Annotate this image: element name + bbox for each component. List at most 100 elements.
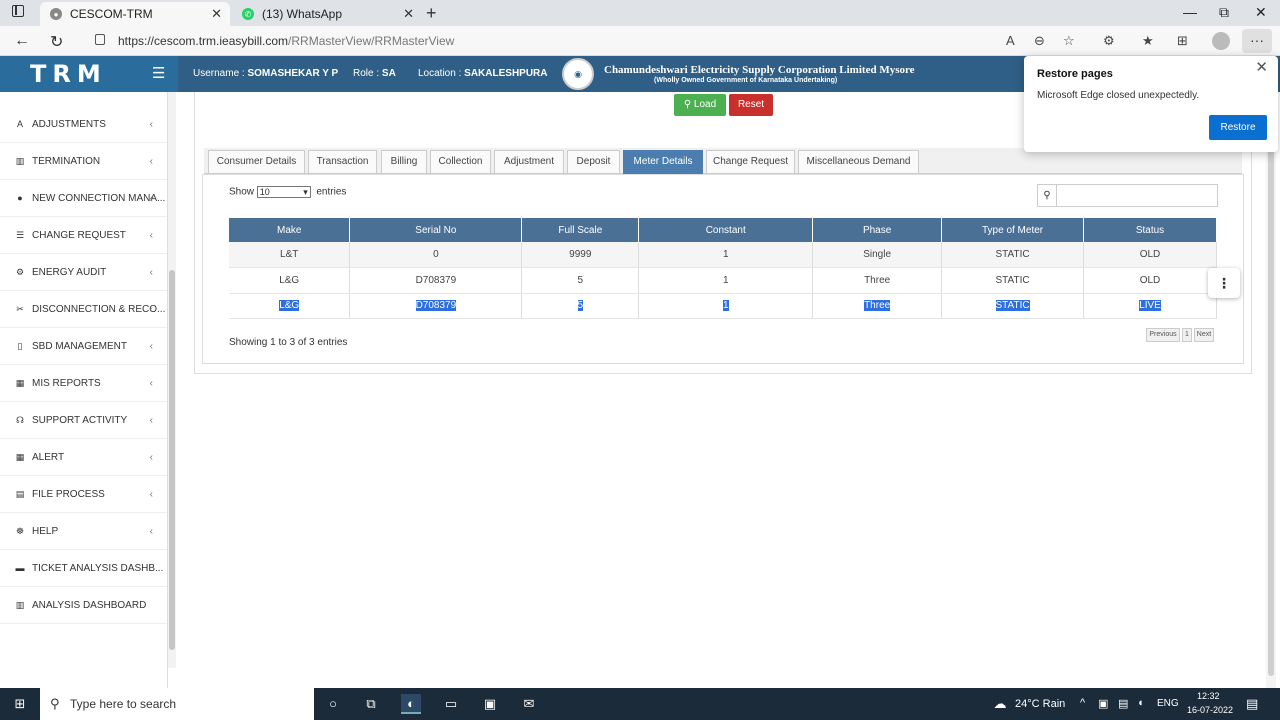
tab-collection[interactable]: Collection — [430, 150, 491, 174]
entries-select[interactable]: 10 — [256, 186, 311, 198]
pagination-page[interactable]: 1 — [1182, 328, 1192, 342]
chevron-left-icon: ‹ — [149, 488, 153, 500]
tab-adjustment[interactable]: Adjustment — [494, 150, 564, 174]
location-info: Location : SAKALESHPURA — [418, 68, 548, 79]
sidebar-item-support-activity[interactable]: ☊ SUPPORT ACTIVITY ‹ — [0, 402, 167, 439]
table-row[interactable]: L&T 0 9999 1 Single STATIC OLD — [229, 242, 1217, 268]
corporation-name: Chamundeshwari Electricity Supply Corpor… — [604, 64, 915, 76]
main-scrollbar[interactable] — [1266, 92, 1276, 688]
tab-miscellaneous-demand[interactable]: Miscellaneous Demand — [798, 150, 919, 174]
sidebar-item-adjustments[interactable]: A ADJUSTMENTS ‹ — [0, 106, 167, 143]
close-tab-icon[interactable]: ✕ — [211, 6, 222, 22]
load-button[interactable]: ⚲ Load — [674, 94, 726, 116]
sidebar-item-energy-audit[interactable]: ⚙ ENERGY AUDIT ‹ — [0, 254, 167, 291]
tab-deposit[interactable]: Deposit — [567, 150, 620, 174]
column-header[interactable]: Make — [229, 218, 351, 242]
back-icon[interactable]: ← — [14, 32, 30, 50]
close-icon[interactable]: ✕ — [1255, 58, 1268, 76]
minimize-icon[interactable]: — — [1183, 4, 1197, 20]
chevron-left-icon: ‹ — [149, 118, 153, 130]
task-view-icon[interactable]: ⧉ — [361, 694, 381, 714]
popup-message: Microsoft Edge closed unexpectedly. — [1037, 90, 1200, 101]
cortana-icon[interactable]: ○ — [323, 694, 343, 714]
reset-button[interactable]: Reset — [729, 94, 773, 116]
tab-whatsapp[interactable]: ✆ (13) WhatsApp ✕ — [232, 2, 422, 26]
sidebar-item-new-connection[interactable]: ● NEW CONNECTION MANA... ‹ — [0, 180, 167, 217]
sidebar-item-analysis-dashboard[interactable]: ▥ ANALYSIS DASHBOARD — [0, 587, 167, 624]
scrollbar-thumb[interactable] — [1268, 96, 1274, 676]
restore-pages-popup: Restore pages Microsoft Edge closed unex… — [1024, 56, 1278, 152]
entries-control: Show 10 entries — [229, 186, 346, 198]
sidebar-item-termination[interactable]: ▥ TERMINATION ‹ — [0, 143, 167, 180]
table-search-input[interactable]: ⚲ — [1037, 184, 1218, 207]
chevron-left-icon: ‹ — [149, 414, 153, 426]
hamburger-icon[interactable]: ☰ — [152, 64, 165, 82]
collections-icon[interactable]: ⊞ — [1177, 33, 1188, 49]
volume-icon[interactable]: ◖ — [1137, 697, 1144, 709]
tab-meter-details[interactable]: Meter Details — [623, 150, 703, 174]
weather-text[interactable]: 24°C Rain — [1015, 698, 1065, 710]
pagination-previous[interactable]: Previous — [1146, 328, 1180, 342]
store-icon[interactable]: ▣ — [480, 694, 500, 714]
window-menu-icon[interactable] — [12, 5, 24, 17]
table-row-selected[interactable]: L&G D708379 5 1 Three STATIC LIVE — [229, 293, 1217, 319]
tab-cescom[interactable]: ● CESCOM-TRM ✕ — [40, 2, 230, 26]
file-explorer-icon[interactable]: ▭ — [441, 694, 461, 714]
pagination-next[interactable]: Next — [1194, 328, 1214, 342]
extensions-icon[interactable]: ⚙ — [1103, 33, 1115, 49]
table-row[interactable]: L&G D708379 5 1 Three STATIC OLD — [229, 267, 1217, 294]
taskbar-search-input[interactable]: ⚲ Type here to search — [40, 688, 314, 720]
chevron-left-icon: ‹ — [149, 229, 153, 241]
lock-icon[interactable] — [95, 34, 105, 45]
tray-chevron-icon[interactable]: ^ — [1080, 697, 1085, 709]
notification-icon[interactable]: ▤ — [1246, 696, 1258, 712]
windows-start-icon[interactable]: ⊞ — [10, 694, 30, 714]
sidebar-item-file-process[interactable]: ▤ FILE PROCESS ‹ — [0, 476, 167, 513]
maximize-icon[interactable]: ⧉ — [1219, 4, 1229, 21]
tab-consumer-details[interactable]: Consumer Details — [208, 150, 305, 174]
sidebar-scrollbar[interactable] — [168, 92, 176, 668]
kebab-menu-icon[interactable]: ⋮ — [1208, 268, 1240, 298]
zoom-out-icon[interactable]: ⊖ — [1034, 33, 1045, 49]
sidebar-item-mis-reports[interactable]: ▦ MIS REPORTS ‹ — [0, 365, 167, 402]
mail-icon[interactable]: ✉ — [519, 694, 539, 714]
profile-avatar[interactable] — [1212, 32, 1230, 50]
favorites-icon[interactable]: ★ — [1142, 33, 1154, 49]
sidebar-item-alert[interactable]: ▦ ALERT ‹ — [0, 439, 167, 476]
column-header[interactable]: Status — [1083, 218, 1217, 242]
tab-billing[interactable]: Billing — [381, 150, 427, 174]
column-header[interactable]: Constant — [638, 218, 814, 242]
tab-transaction[interactable]: Transaction — [308, 150, 377, 174]
column-header[interactable]: Serial No — [349, 218, 523, 242]
column-header[interactable]: Full Scale — [521, 218, 640, 242]
wifi-icon[interactable]: ▤ — [1118, 697, 1128, 710]
edge-icon[interactable]: ◐ — [401, 694, 421, 714]
role-info: Role : SA — [353, 68, 396, 79]
weather-icon[interactable]: ☁ — [990, 694, 1010, 714]
read-aloud-icon[interactable]: A — [1006, 33, 1015, 48]
column-header[interactable]: Type of Meter — [941, 218, 1085, 242]
new-tab-icon[interactable]: + — [426, 3, 437, 24]
scrollbar-thumb[interactable] — [169, 270, 175, 650]
url-field[interactable]: https://cescom.trm.ieasybill.com/RRMaste… — [118, 34, 454, 48]
sidebar-item-sbd-management[interactable]: ▯ SBD MANAGEMENT ‹ — [0, 328, 167, 365]
refresh-icon[interactable]: ↻ — [50, 32, 63, 52]
tab-change-request[interactable]: Change Request — [706, 150, 795, 174]
table-info: Showing 1 to 3 of 3 entries — [229, 337, 348, 348]
more-icon[interactable]: ··· — [1242, 29, 1272, 53]
sidebar-item-ticket-analysis[interactable]: ▬ TICKET ANALYSIS DASHB... — [0, 550, 167, 587]
sidebar-item-change-request[interactable]: ☰ CHANGE REQUEST ‹ — [0, 217, 167, 254]
column-header[interactable]: Phase — [812, 218, 943, 242]
clock-time[interactable]: 12:32 — [1197, 691, 1220, 701]
sidebar-item-help[interactable]: ☸ HELP ‹ — [0, 513, 167, 550]
network-icon[interactable]: ▣ — [1098, 697, 1108, 710]
sidebar-item-disconnection[interactable]: ✂ DISCONNECTION & RECO... ‹ — [0, 291, 167, 328]
clock-date[interactable]: 16-07-2022 — [1187, 705, 1233, 715]
close-window-icon[interactable]: ✕ — [1255, 4, 1267, 21]
favorite-icon[interactable]: ☆ — [1063, 33, 1075, 49]
language-indicator[interactable]: ENG — [1157, 698, 1179, 709]
restore-button[interactable]: Restore — [1209, 115, 1267, 140]
close-tab-icon[interactable]: ✕ — [403, 6, 414, 22]
corporation-subtitle: (Wholly Owned Government of Karnataka Un… — [654, 77, 838, 84]
cescom-favicon-icon: ● — [50, 8, 62, 20]
